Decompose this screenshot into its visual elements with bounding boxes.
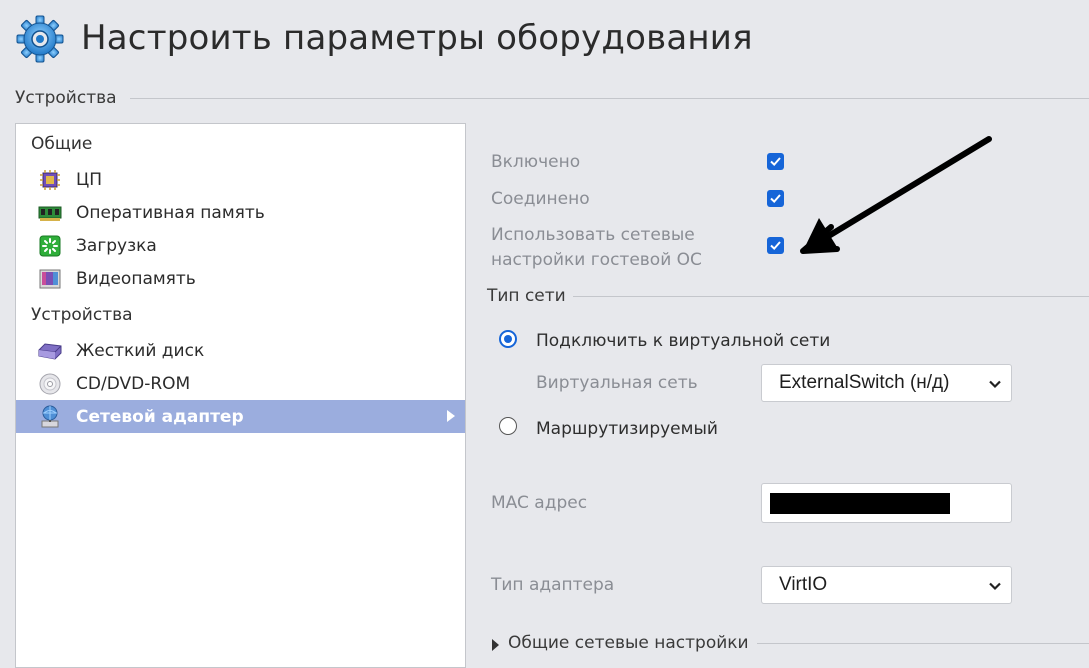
sidebar-item-label: Загрузка [76, 235, 157, 256]
sidebar-item-boot[interactable]: Загрузка [16, 229, 465, 262]
sidebar-item-label: Сетевой адаптер [76, 406, 244, 427]
expand-triangle-icon[interactable] [492, 639, 499, 651]
virtual-network-value: ExternalSwitch (н/д) [779, 372, 950, 393]
video-memory-icon [37, 266, 63, 292]
sidebar-item-hard-disk[interactable]: Жесткий диск [16, 334, 465, 367]
chevron-down-icon [989, 582, 1001, 591]
adapter-type-value: VirtIO [779, 574, 828, 595]
network-type-divider [573, 296, 1089, 297]
annotation-arrow [800, 136, 992, 254]
network-adapter-settings: Включено Соединено Использовать сетевые … [467, 123, 1089, 664]
radio-routed[interactable] [499, 417, 517, 435]
chevron-down-icon [989, 380, 1001, 389]
group-devices-header: Устройства [31, 305, 133, 325]
window-header: Настроить параметры оборудования [0, 0, 1089, 80]
memory-icon [37, 200, 63, 226]
sidebar-item-video-memory[interactable]: Видеопамять [16, 262, 465, 295]
adapter-type-label: Тип адаптера [491, 575, 615, 595]
guest-os-network-checkbox[interactable] [767, 237, 784, 254]
general-network-settings-divider [757, 643, 1089, 644]
guest-os-network-label-line1: Использовать сетевые [491, 225, 695, 245]
sidebar-item-label: CD/DVD-ROM [76, 373, 191, 394]
boot-icon [37, 233, 63, 259]
mac-address-label: MAC адрес [491, 493, 588, 513]
connected-label: Соединено [491, 189, 590, 209]
sidebar-item-cpu[interactable]: ЦП [16, 163, 465, 196]
radio-routed-label[interactable]: Маршрутизируемый [536, 419, 718, 439]
chevron-right-icon [447, 410, 455, 422]
radio-virtual-network[interactable] [499, 330, 517, 348]
sidebar-item-cd-rom[interactable]: CD/DVD-ROM [16, 367, 465, 400]
network-adapter-icon [37, 404, 63, 430]
enabled-checkbox[interactable] [767, 153, 784, 170]
gear-icon [15, 14, 65, 64]
virtual-network-select[interactable]: ExternalSwitch (н/д) [761, 364, 1012, 402]
sidebar-item-label: ЦП [76, 169, 102, 190]
section-divider [130, 98, 1089, 99]
sidebar-item-label: Жесткий диск [76, 340, 205, 361]
hard-disk-icon [37, 338, 63, 364]
mac-address-field[interactable] [761, 483, 1012, 523]
cpu-icon [37, 167, 63, 193]
sidebar-item-label: Видеопамять [76, 268, 196, 289]
sidebar-item-memory[interactable]: Оперативная память [16, 196, 465, 229]
virtual-network-label: Виртуальная сеть [536, 373, 698, 393]
enabled-label: Включено [491, 152, 581, 172]
page-title: Настроить параметры оборудования [81, 18, 753, 58]
adapter-type-select[interactable]: VirtIO [761, 566, 1012, 604]
sidebar-item-network-adapter[interactable]: Сетевой адаптер [16, 400, 465, 433]
sidebar-item-label: Оперативная память [76, 202, 265, 223]
radio-virtual-network-label[interactable]: Подключить к виртуальной сети [536, 331, 830, 351]
device-tree-panel: Общие ЦП Оперативная память Загрузка Вид… [15, 123, 466, 668]
devices-section-label: Устройства [15, 88, 117, 108]
cd-rom-icon [37, 371, 63, 397]
network-type-legend: Тип сети [487, 286, 566, 306]
general-network-settings-expander[interactable]: Общие сетевые настройки [508, 633, 749, 653]
guest-os-network-label-line2: настройки гостевой ОС [491, 250, 702, 270]
group-general-header: Общие [31, 134, 93, 154]
redacted-mac-value [770, 493, 950, 514]
connected-checkbox[interactable] [767, 190, 784, 207]
